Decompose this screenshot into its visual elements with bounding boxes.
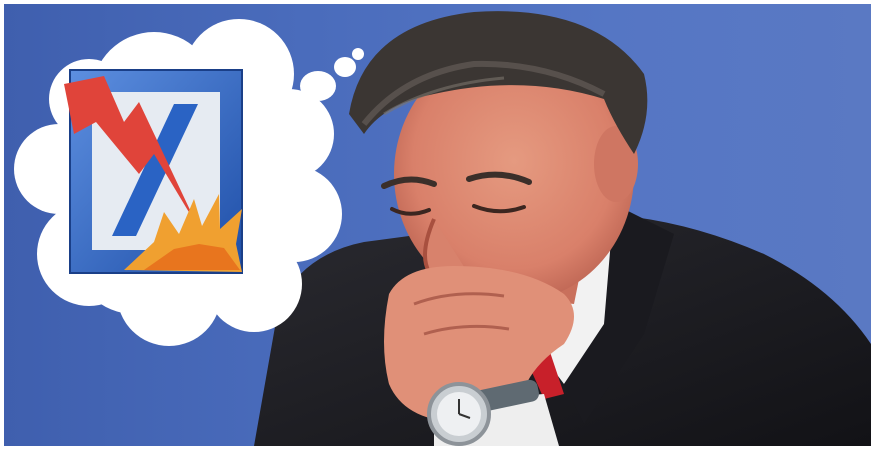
thought-bubble-tail-2 (334, 57, 356, 77)
bank-logo-slash-icon (64, 69, 243, 274)
photo-scene (14, 11, 871, 446)
photo (4, 4, 871, 446)
thought-bubble-tail-1 (300, 71, 336, 101)
thought-bubble-tail-3 (352, 48, 364, 60)
